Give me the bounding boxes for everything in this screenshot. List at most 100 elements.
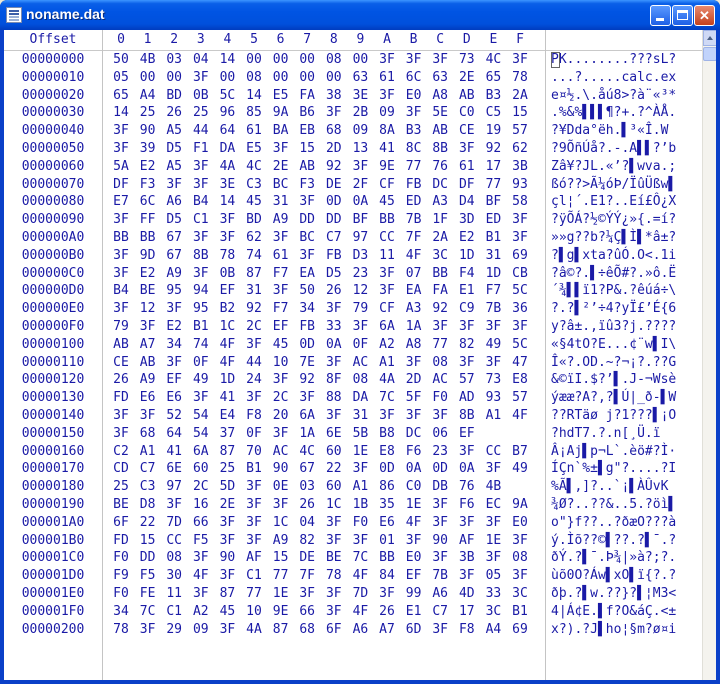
hex-byte[interactable]: 3F — [268, 283, 294, 298]
hex-byte[interactable]: 78 — [321, 568, 347, 583]
hex-byte[interactable]: 3F — [480, 550, 506, 565]
hex-byte[interactable]: 5C — [214, 88, 240, 103]
hex-byte[interactable]: DD — [321, 212, 347, 227]
hex-byte[interactable]: A9 — [268, 533, 294, 548]
hex-byte[interactable]: 34 — [294, 301, 320, 316]
hex-byte[interactable]: C0 — [401, 479, 427, 494]
hex-byte[interactable]: 34 — [161, 337, 187, 352]
hex-byte[interactable]: 5D — [214, 479, 240, 494]
hex-byte[interactable]: 92 — [427, 301, 453, 316]
hex-byte[interactable]: DD — [294, 212, 320, 227]
hex-byte[interactable]: F7 — [268, 266, 294, 281]
hex-byte[interactable]: 10 — [241, 604, 267, 619]
ascii-column[interactable]: ¾Ø?..??&..5.?öì▌ — [551, 497, 676, 512]
hex-byte[interactable]: 41 — [161, 444, 187, 459]
hex-byte[interactable]: 3F — [427, 497, 453, 512]
hex-byte[interactable]: 9A — [268, 105, 294, 120]
hex-byte[interactable]: D5 — [161, 141, 187, 156]
hex-byte[interactable]: E2 — [161, 319, 187, 334]
hex-row[interactable]: 00000180 25 C3 97 2C 5D 3F 0E 03 60 A1 86 C0 DB 76 4B %Ã… — [4, 479, 716, 497]
hex-byte[interactable]: 63 — [347, 70, 373, 85]
ascii-column[interactable]: Â¡Aj▌p¬L`.èö#?Ì· — [551, 444, 676, 459]
hex-byte[interactable]: 1E — [268, 586, 294, 601]
hex-row[interactable]: 000000A0 BB BB 67 3F 3F 62 3F BC C7 97 CC 7F 2A E2 B1 3F… — [4, 230, 716, 248]
hex-byte[interactable]: 3F — [374, 266, 400, 281]
hex-byte[interactable]: EF — [401, 568, 427, 583]
hex-byte[interactable]: 26 — [161, 105, 187, 120]
hex-byte[interactable]: 34 — [108, 604, 134, 619]
hex-byte[interactable]: CB — [507, 266, 533, 281]
hex-byte[interactable]: 3B — [507, 159, 533, 174]
hex-byte[interactable]: 67 — [161, 248, 187, 263]
hex-byte[interactable]: A7 — [135, 337, 161, 352]
hex-row[interactable]: 000000B0 3F 9D 67 8B 78 74 61 3F FB D3 11 4F 3C 1D 31 69… — [4, 248, 716, 266]
hex-byte[interactable]: BC — [268, 177, 294, 192]
hex-byte[interactable]: AF — [454, 533, 480, 548]
hex-byte[interactable]: 3F — [214, 568, 240, 583]
hex-byte[interactable]: C7 — [321, 230, 347, 245]
hex-byte[interactable]: BD — [161, 88, 187, 103]
hex-byte[interactable]: 15 — [507, 105, 533, 120]
hex-byte[interactable]: AF — [241, 550, 267, 565]
hex-row[interactable]: 000001F0 34 7C C1 A2 45 10 9E 66 3F 4F 26 E1 C7 17 3C B1… — [4, 604, 716, 622]
hex-byte[interactable]: 3F — [427, 52, 453, 67]
hex-byte[interactable]: 0D — [294, 337, 320, 352]
hex-byte[interactable]: 50 — [108, 52, 134, 67]
hex-byte[interactable]: 3F — [268, 141, 294, 156]
ascii-column[interactable]: ýææ?A?,?▌Ú|_ð-▌W — [551, 390, 676, 405]
hex-byte[interactable]: 1D — [480, 266, 506, 281]
hex-byte[interactable]: 31 — [268, 194, 294, 209]
hex-byte[interactable]: 2E — [214, 497, 240, 512]
hex-byte[interactable]: 87 — [241, 266, 267, 281]
hex-byte[interactable]: AD — [454, 390, 480, 405]
hex-byte[interactable]: 3F — [454, 319, 480, 334]
hex-byte[interactable]: D4 — [454, 194, 480, 209]
hex-byte[interactable]: 45 — [374, 194, 400, 209]
hex-byte[interactable]: BE — [108, 497, 134, 512]
hex-byte[interactable]: A5 — [161, 159, 187, 174]
hex-row[interactable]: 000000E0 3F 12 3F 95 B2 92 F7 34 3F 79 CF A3 92 C9 7B 36… — [4, 301, 716, 319]
hex-byte[interactable]: 5C — [507, 283, 533, 298]
hex-byte[interactable]: 7D — [161, 515, 187, 530]
hex-byte[interactable]: A1 — [135, 444, 161, 459]
hex-byte[interactable]: 08 — [347, 372, 373, 387]
hex-byte[interactable]: 3F — [108, 426, 134, 441]
hex-byte[interactable]: 3F — [108, 212, 134, 227]
hex-row[interactable]: 00000000 50 4B 03 04 14 00 00 00 08 00 3F 3F 3F 73 4C 3F… — [4, 52, 716, 70]
hex-byte[interactable]: 3F — [294, 248, 320, 263]
hex-byte[interactable]: 8A — [374, 123, 400, 138]
hex-row[interactable]: 00000130 FD E6 E6 3F 41 3F 2C 3F 88 DA 7C 5F F0 AD 93 57… — [4, 390, 716, 408]
hex-row[interactable]: 00000040 3F 90 A5 44 64 61 BA EB 68 09 8A B3 AB CE 19 57… — [4, 123, 716, 141]
hex-byte[interactable]: 8B — [427, 141, 453, 156]
hex-byte[interactable]: 50 — [294, 283, 320, 298]
hex-row[interactable]: 000000C0 3F E2 A9 3F 0B 87 F7 EA D5 23 3F 07 BB F4 1D CB… — [4, 266, 716, 284]
hex-byte[interactable]: 39 — [135, 141, 161, 156]
hex-byte[interactable]: E5 — [268, 88, 294, 103]
hex-byte[interactable]: C7 — [135, 461, 161, 476]
ascii-column[interactable]: y?â±.,ïû3?j.???? — [551, 319, 676, 334]
hex-byte[interactable]: B3 — [401, 123, 427, 138]
hex-byte[interactable]: DD — [135, 550, 161, 565]
hex-byte[interactable]: 15 — [268, 550, 294, 565]
hex-byte[interactable]: 00 — [161, 70, 187, 85]
hex-byte[interactable]: 5B — [347, 426, 373, 441]
ascii-column[interactable]: &©ïI.$?’▌.J-¬Wsè — [551, 372, 676, 387]
hex-byte[interactable]: 00 — [135, 70, 161, 85]
hex-byte[interactable]: 57 — [507, 123, 533, 138]
hex-byte[interactable]: 3F — [241, 337, 267, 352]
hex-row[interactable]: 00000030 14 25 26 25 96 85 9A B6 3F 2B 09 3F 5E C0 C5 15… — [4, 105, 716, 123]
hex-byte[interactable]: 4C — [241, 159, 267, 174]
hex-byte[interactable]: C0 — [454, 105, 480, 120]
hex-byte[interactable]: FA — [427, 283, 453, 298]
hex-byte[interactable]: 1F — [427, 212, 453, 227]
hex-row[interactable]: 00000070 DF F3 3F 3F 3E C3 BC F3 DE 2F CF FB DC DF 77 93… — [4, 177, 716, 195]
hex-byte[interactable]: 4A — [241, 622, 267, 637]
hex-byte[interactable]: DF — [454, 177, 480, 192]
hex-byte[interactable]: 93 — [507, 177, 533, 192]
hex-byte[interactable]: 3F — [347, 319, 373, 334]
hex-byte[interactable]: 45 — [268, 337, 294, 352]
hex-byte[interactable]: 3F — [214, 622, 240, 637]
hex-byte[interactable]: 9A — [507, 497, 533, 512]
hex-byte[interactable]: FD — [108, 533, 134, 548]
hex-byte[interactable]: 29 — [161, 622, 187, 637]
